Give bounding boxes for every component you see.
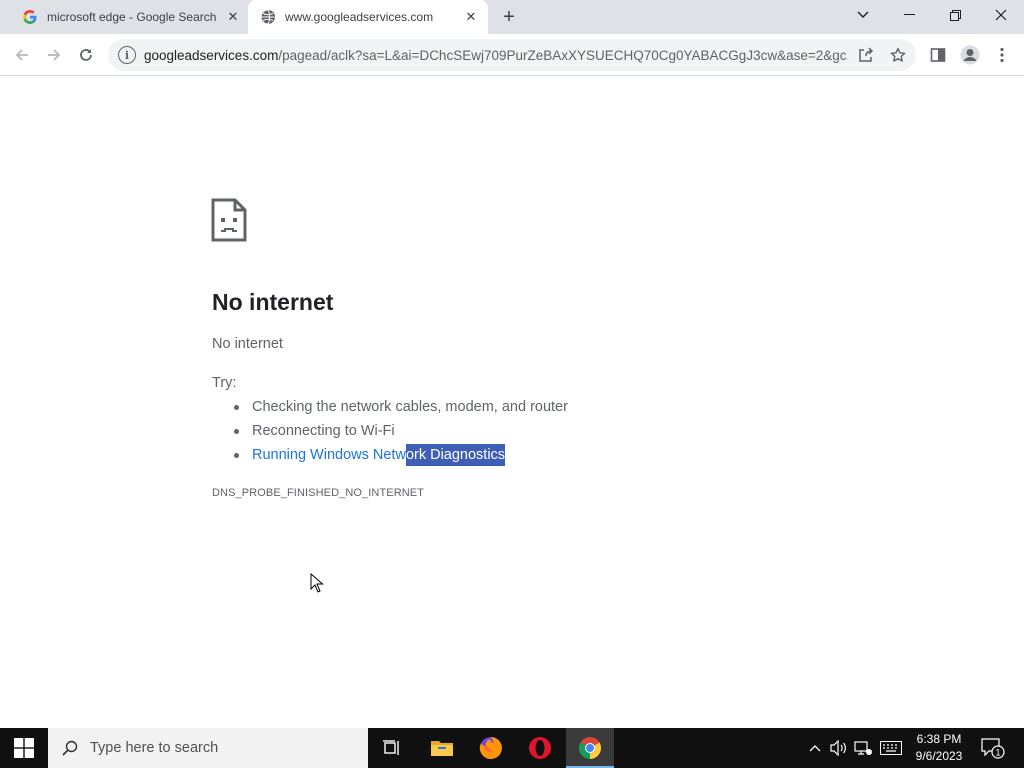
- suggestion-item: Checking the network cables, modem, and …: [212, 395, 568, 419]
- notification-count: 1: [995, 748, 1000, 758]
- reload-button[interactable]: [72, 41, 100, 69]
- action-center-icon[interactable]: 1: [978, 728, 1008, 768]
- file-explorer-icon[interactable]: [418, 728, 466, 768]
- suggestion-item: Running Windows Network Diagnostics: [212, 443, 568, 467]
- minimize-button[interactable]: [886, 0, 932, 30]
- browser-toolbar: i googleadservices.com/pagead/aclk?sa=L&…: [0, 34, 1024, 76]
- close-window-button[interactable]: [978, 0, 1024, 30]
- try-label: Try:: [212, 375, 237, 391]
- url-text[interactable]: googleadservices.com/pagead/aclk?sa=L&ai…: [144, 48, 848, 63]
- close-tab-icon[interactable]: ✕: [224, 8, 242, 26]
- search-icon: [62, 740, 78, 756]
- google-g-icon: [22, 9, 38, 25]
- system-clock[interactable]: 6:38 PM 9/6/2023: [906, 731, 972, 765]
- mouse-pointer-icon: [310, 572, 324, 598]
- clock-date: 9/6/2023: [915, 749, 963, 763]
- profile-avatar-icon[interactable]: [956, 41, 984, 69]
- tab-google-search[interactable]: microsoft edge - Google Search ✕: [12, 0, 250, 34]
- restore-button[interactable]: [932, 0, 978, 30]
- tab-title: microsoft edge - Google Search: [47, 10, 217, 24]
- error-subtitle: No internet: [212, 336, 283, 352]
- volume-icon[interactable]: [828, 728, 850, 768]
- tab-title: www.googleadservices.com: [285, 10, 434, 24]
- windows-taskbar: Type here to search 6:38 PM 9/6/2023 1: [0, 728, 1024, 768]
- firefox-icon[interactable]: [467, 728, 515, 768]
- tab-strip: microsoft edge - Google Search ✕ www.goo…: [0, 0, 1024, 34]
- error-code: DNS_PROBE_FINISHED_NO_INTERNET: [212, 487, 425, 499]
- bookmark-star-icon[interactable]: [888, 45, 908, 65]
- suggestion-list: Checking the network cables, modem, and …: [212, 395, 568, 467]
- clock-time: 6:38 PM: [916, 732, 962, 746]
- search-placeholder: Type here to search: [90, 740, 219, 756]
- new-tab-button[interactable]: +: [498, 6, 520, 28]
- tab-search-chevron-icon[interactable]: [840, 0, 886, 30]
- sad-page-icon: [211, 198, 247, 247]
- globe-icon: [260, 9, 276, 25]
- close-tab-icon[interactable]: ✕: [462, 8, 480, 26]
- menu-kebab-icon[interactable]: [988, 41, 1016, 69]
- opera-icon[interactable]: [516, 728, 564, 768]
- taskbar-search-box[interactable]: Type here to search: [48, 728, 368, 768]
- chrome-icon[interactable]: [566, 728, 614, 768]
- site-info-icon[interactable]: i: [118, 46, 136, 64]
- error-title: No internet: [212, 289, 334, 315]
- forward-button[interactable]: [40, 41, 68, 69]
- show-hidden-icons-chevron-icon[interactable]: [804, 728, 826, 768]
- suggestion-item: Reconnecting to Wi-Fi: [212, 419, 568, 443]
- keyboard-icon[interactable]: [878, 728, 904, 768]
- windows-logo-icon: [14, 738, 34, 758]
- address-bar[interactable]: i googleadservices.com/pagead/aclk?sa=L&…: [108, 39, 916, 71]
- side-panel-icon[interactable]: [924, 41, 952, 69]
- task-view-icon[interactable]: [368, 728, 416, 768]
- share-icon[interactable]: [856, 45, 876, 65]
- network-disconnected-icon[interactable]: [852, 728, 874, 768]
- network-diagnostics-link[interactable]: Running Windows Network Diagnostics: [252, 444, 506, 466]
- back-button[interactable]: [8, 41, 36, 69]
- tab-googleadservices[interactable]: www.googleadservices.com ✕: [248, 0, 488, 34]
- start-button[interactable]: [0, 728, 48, 768]
- page-content: No internet No internet Try: Checking th…: [0, 77, 1024, 728]
